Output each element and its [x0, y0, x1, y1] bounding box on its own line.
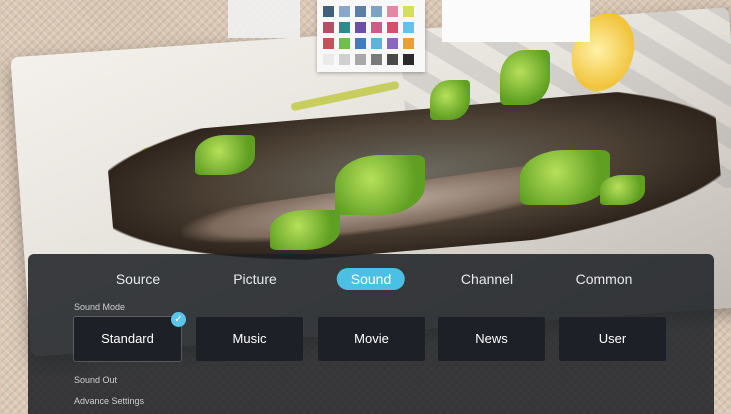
sound-mode-options: Standard ✓ Music Movie News User: [73, 312, 714, 363]
settings-panel: Source Picture Sound Channel Common Soun…: [28, 254, 714, 414]
color-swatch: [355, 22, 366, 33]
color-swatch: [339, 6, 350, 17]
color-swatch-card: [317, 0, 425, 72]
paper-card: [228, 0, 300, 38]
color-swatch: [387, 54, 398, 65]
advance-settings-item[interactable]: Advance Settings: [74, 396, 144, 406]
color-swatch: [355, 38, 366, 49]
color-swatch: [339, 22, 350, 33]
color-swatch: [403, 22, 414, 33]
herb: [195, 135, 255, 175]
herb: [335, 155, 425, 215]
tab-bar: Source Picture Sound Channel Common: [28, 268, 714, 290]
checkmark-icon: ✓: [171, 312, 186, 327]
color-swatch: [323, 54, 334, 65]
color-swatch: [323, 22, 334, 33]
tab-sound[interactable]: Sound: [336, 268, 406, 290]
color-swatch: [339, 54, 350, 65]
sound-mode-label: Sound Mode: [74, 302, 126, 312]
color-swatch: [403, 54, 414, 65]
color-swatch: [323, 38, 334, 49]
sound-mode-news-label: News: [475, 331, 508, 346]
tab-common[interactable]: Common: [576, 268, 633, 290]
tab-picture[interactable]: Picture: [233, 268, 277, 290]
sound-mode-movie[interactable]: Movie: [318, 317, 425, 361]
sound-mode-news[interactable]: News: [438, 317, 545, 361]
herb: [430, 80, 470, 120]
color-swatch: [403, 6, 414, 17]
sound-mode-movie-label: Movie: [354, 331, 389, 346]
herb: [520, 150, 610, 205]
color-swatch: [387, 22, 398, 33]
color-swatch: [355, 6, 366, 17]
sound-out-item[interactable]: Sound Out: [74, 375, 117, 385]
sound-mode-music[interactable]: Music: [196, 317, 303, 361]
color-swatch: [371, 54, 382, 65]
sound-mode-user[interactable]: User: [559, 317, 666, 361]
tab-source[interactable]: Source: [116, 268, 160, 290]
sound-mode-standard[interactable]: Standard ✓: [73, 312, 186, 362]
color-swatch: [355, 54, 366, 65]
color-swatch: [387, 38, 398, 49]
paper-card: [442, 0, 590, 42]
herb: [500, 50, 550, 105]
color-swatch: [387, 6, 398, 17]
color-swatch: [403, 38, 414, 49]
sound-mode-music-label: Music: [232, 331, 267, 346]
color-swatch: [371, 22, 382, 33]
tab-channel[interactable]: Channel: [461, 268, 513, 290]
color-swatch: [371, 6, 382, 17]
herb: [270, 210, 340, 250]
sound-mode-user-label: User: [598, 331, 627, 346]
herb: [600, 175, 645, 205]
sound-mode-standard-label: Standard: [101, 331, 154, 346]
color-swatch: [371, 38, 382, 49]
color-swatch: [323, 6, 334, 17]
color-swatch: [339, 38, 350, 49]
